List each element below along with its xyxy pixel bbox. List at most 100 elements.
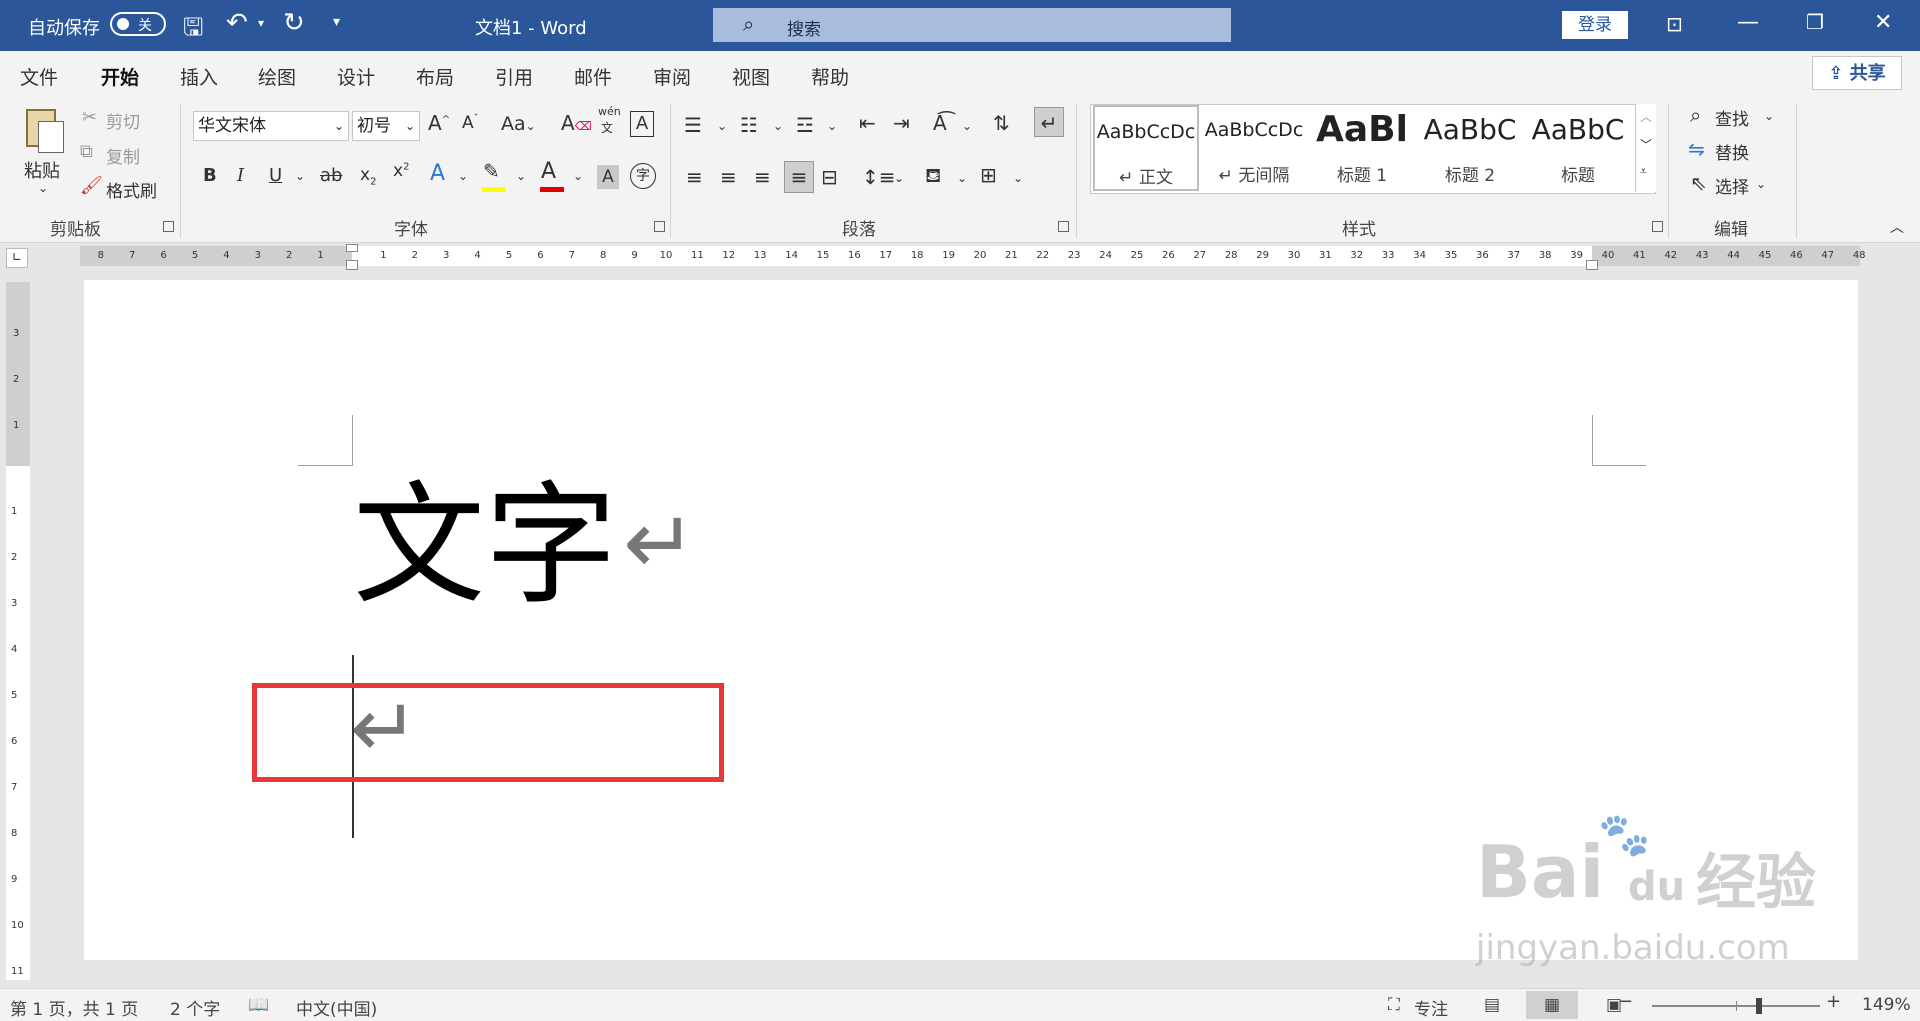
select-dropdown-icon[interactable]: ⌄ <box>1756 177 1766 191</box>
styles-launcher-icon[interactable] <box>1652 221 1663 232</box>
tab-home[interactable]: 开始 <box>101 63 140 98</box>
format-painter-icon[interactable]: 🖌 <box>80 175 103 196</box>
search-box[interactable]: ⌕ 搜索 <box>713 8 1231 42</box>
style-title[interactable]: AaBbC 标题 <box>1525 105 1631 191</box>
gallery-up-icon[interactable]: ︿ <box>1640 108 1652 125</box>
change-case-button[interactable]: Aa⌄ <box>501 113 536 135</box>
save-icon[interactable]: 🖫 <box>183 10 203 51</box>
underline-dropdown-icon[interactable]: ⌄ <box>295 169 305 183</box>
zoom-level[interactable]: 149% <box>1862 995 1911 1015</box>
distributed-icon[interactable]: ⊟ <box>821 165 838 189</box>
horizontal-ruler[interactable]: 8 7 6 5 4 3 2 1 1 2 3 4 5 6 7 8 9 10 11 12 13 14 15 16 17 18 19 20 2… <box>80 244 1866 270</box>
grow-font-icon[interactable]: A^ <box>428 111 450 135</box>
find-icon[interactable]: ⌕ <box>1690 103 1701 127</box>
bullets-dropdown-icon[interactable]: ⌄ <box>717 119 727 133</box>
style-heading2[interactable]: AaBbC 标题 2 <box>1417 105 1523 191</box>
gallery-more-icon[interactable]: ⩡ <box>1640 164 1647 179</box>
read-mode-icon[interactable]: ▤ <box>1484 995 1500 1015</box>
tab-draw[interactable]: 绘图 <box>258 63 296 90</box>
multilevel-list-icon[interactable]: ☲ <box>796 113 814 137</box>
zoom-in-icon[interactable]: + <box>1826 991 1841 1012</box>
undo-icon[interactable]: ↶ <box>226 8 248 38</box>
shading-dropdown-icon[interactable]: ⌄ <box>957 171 967 185</box>
phonetic-guide-top[interactable]: wén <box>598 105 621 118</box>
style-heading1[interactable]: AaBl 标题 1 <box>1309 105 1415 191</box>
numbering-icon[interactable]: ☷ <box>740 113 758 137</box>
italic-icon[interactable]: I <box>237 165 244 186</box>
text-effects-icon[interactable]: A <box>430 161 445 186</box>
copy-button[interactable]: 复制 <box>106 143 140 168</box>
document-text-line1[interactable]: 文字↵ <box>353 480 697 612</box>
customize-qat-icon[interactable]: ▾ <box>333 14 340 30</box>
enclose-characters-icon[interactable]: 字 <box>630 163 656 189</box>
zoom-slider-thumb[interactable] <box>1756 998 1762 1014</box>
character-border-icon[interactable]: A <box>630 111 654 137</box>
tab-help[interactable]: 帮助 <box>811 63 849 90</box>
tab-layout[interactable]: 布局 <box>416 63 454 90</box>
restore-icon[interactable]: ❐ <box>1806 10 1824 34</box>
tab-selector[interactable]: ∟ <box>6 248 28 268</box>
numbering-dropdown-icon[interactable]: ⌄ <box>773 119 783 133</box>
show-paragraph-marks-icon[interactable]: ↵ <box>1034 107 1064 137</box>
asian-layout-dropdown-icon[interactable]: ⌄ <box>962 119 972 133</box>
vertical-ruler[interactable]: 3 2 1 1 2 3 4 5 6 7 8 9 10 11 <box>6 282 30 980</box>
focus-icon[interactable]: ⛶ <box>1388 995 1400 1015</box>
bullets-icon[interactable]: ☰ <box>684 113 702 137</box>
find-button[interactable]: 查找 <box>1715 105 1749 130</box>
paste-icon[interactable] <box>22 105 66 153</box>
align-right-icon[interactable]: ≡ <box>754 165 771 189</box>
line-spacing-dropdown-icon[interactable]: ⌄ <box>894 171 904 185</box>
font-name-select[interactable]: 华文宋体 ⌄ <box>193 111 349 141</box>
decrease-indent-icon[interactable]: ⇤ <box>859 111 876 135</box>
increase-indent-icon[interactable]: ⇥ <box>893 111 910 135</box>
paste-button[interactable]: 粘贴 <box>24 157 60 183</box>
shrink-font-icon[interactable]: Aˇ <box>462 113 479 133</box>
zoom-out-icon[interactable]: − <box>1618 991 1633 1012</box>
phonetic-guide-bottom[interactable]: 文 <box>601 119 613 136</box>
align-center-icon[interactable]: ≡ <box>720 165 737 189</box>
style-no-spacing[interactable]: AaBbCcDc ↵ 无间隔 <box>1201 105 1307 191</box>
line-spacing-icon[interactable]: ↕≡ <box>862 165 896 189</box>
replace-icon[interactable]: ⇋ <box>1688 137 1705 161</box>
clipboard-launcher-icon[interactable] <box>163 221 174 232</box>
tab-file[interactable]: 文件 <box>20 63 58 90</box>
superscript-icon[interactable]: x2 <box>393 161 409 181</box>
borders-dropdown-icon[interactable]: ⌄ <box>1013 171 1023 185</box>
underline-icon[interactable]: U <box>269 165 282 186</box>
close-icon[interactable]: ✕ <box>1874 10 1892 35</box>
page-count[interactable]: 第 1 页，共 1 页 <box>10 995 138 1020</box>
borders-icon[interactable]: ⊞ <box>980 163 997 187</box>
sort-icon[interactable]: ⇅ <box>993 111 1010 135</box>
cut-icon[interactable]: ✂ <box>82 107 97 128</box>
style-normal[interactable]: AaBbCcDc ↵ 正文 <box>1093 105 1199 191</box>
tab-review[interactable]: 审阅 <box>653 63 691 90</box>
format-painter-button[interactable]: 格式刷 <box>106 177 157 202</box>
asian-layout-icon[interactable]: A͡ <box>933 111 947 135</box>
collapse-ribbon-icon[interactable]: ︿ <box>1890 217 1904 237</box>
find-dropdown-icon[interactable]: ⌄ <box>1764 109 1774 123</box>
paragraph-launcher-icon[interactable] <box>1058 221 1069 232</box>
align-left-icon[interactable]: ≡ <box>686 165 703 189</box>
highlight-dropdown-icon[interactable]: ⌄ <box>516 169 526 183</box>
shading-icon[interactable]: ⛾ <box>925 163 941 190</box>
tab-mailings[interactable]: 邮件 <box>574 63 612 90</box>
copy-icon[interactable]: ⧉ <box>80 141 93 162</box>
select-button[interactable]: 选择 <box>1715 173 1749 198</box>
tab-design[interactable]: 设计 <box>337 63 375 90</box>
tab-references[interactable]: 引用 <box>495 63 533 90</box>
cut-button[interactable]: 剪切 <box>106 108 140 133</box>
print-layout-icon[interactable]: ▦ <box>1526 991 1578 1019</box>
select-icon[interactable]: ⇖ <box>1690 171 1707 195</box>
font-color-dropdown-icon[interactable]: ⌄ <box>573 169 583 183</box>
multilevel-dropdown-icon[interactable]: ⌄ <box>827 119 837 133</box>
share-button[interactable]: ⇪ 共享 <box>1812 56 1902 90</box>
first-line-indent-marker[interactable] <box>346 244 358 252</box>
language[interactable]: 中文(中国) <box>296 995 377 1020</box>
tab-view[interactable]: 视图 <box>732 63 770 90</box>
minimize-icon[interactable]: — <box>1737 10 1759 35</box>
ribbon-display-icon[interactable]: ⊡ <box>1666 12 1683 36</box>
right-indent-marker[interactable] <box>1586 260 1598 270</box>
word-count[interactable]: 2 个字 <box>170 995 220 1020</box>
tab-insert[interactable]: 插入 <box>180 63 218 90</box>
focus-button[interactable]: 专注 <box>1414 995 1448 1020</box>
